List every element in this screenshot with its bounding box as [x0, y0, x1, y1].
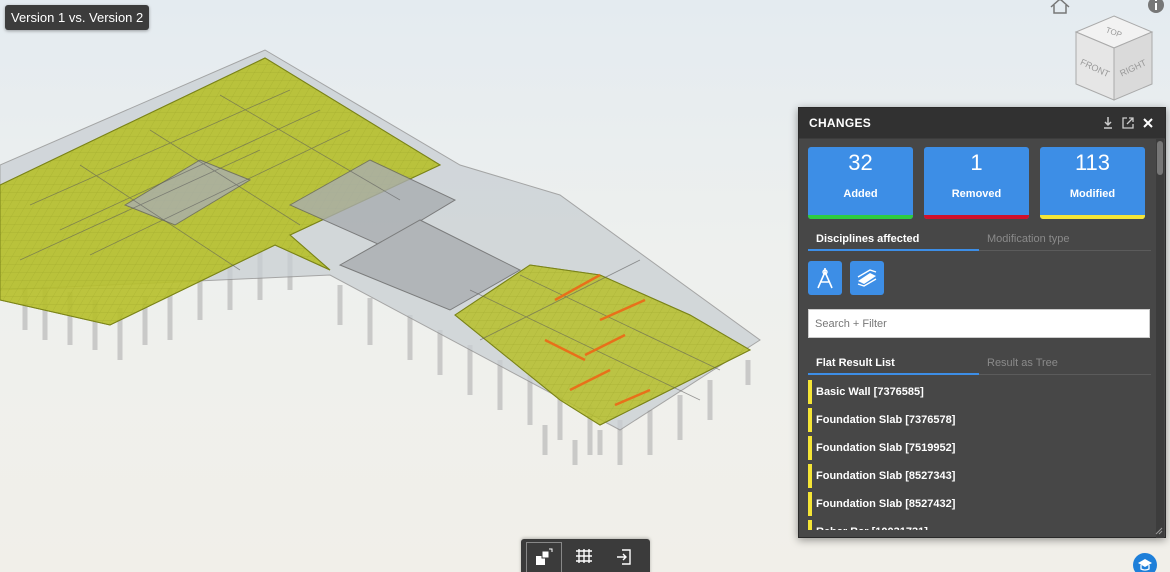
- info-icon[interactable]: [1147, 0, 1165, 14]
- list-item[interactable]: Basic Wall [7376585]: [808, 378, 1151, 406]
- close-icon[interactable]: [1141, 116, 1155, 130]
- list-item[interactable]: Foundation Slab [8527343]: [808, 462, 1151, 490]
- properties-icon: [576, 549, 592, 563]
- filter-tabs: Disciplines affected Modification type: [808, 233, 1151, 251]
- panel-scrollbar[interactable]: [1156, 139, 1164, 538]
- search-input[interactable]: [808, 309, 1150, 338]
- stats-row: 32 Added 1 Removed 113 Modified: [799, 139, 1165, 219]
- scroll-thumb[interactable]: [1157, 141, 1163, 175]
- discipline-buttons: [799, 251, 1165, 295]
- download-icon[interactable]: [1101, 116, 1115, 130]
- model-browser-button[interactable]: [526, 542, 562, 572]
- properties-button[interactable]: [566, 542, 602, 572]
- popout-icon[interactable]: [1121, 116, 1135, 130]
- home-icon[interactable]: [1049, 0, 1071, 14]
- structural-layers-icon[interactable]: [850, 261, 884, 295]
- model-browser-icon: [536, 548, 553, 565]
- result-list[interactable]: Basic Wall [7376585] Foundation Slab [73…: [808, 378, 1151, 530]
- tab-disciplines-affected[interactable]: Disciplines affected: [808, 233, 979, 251]
- stat-added-bar: [808, 215, 913, 219]
- stat-removed[interactable]: 1 Removed: [924, 147, 1029, 219]
- stat-modified[interactable]: 113 Modified: [1040, 147, 1145, 219]
- viewcube[interactable]: TOP FRONT RIGHT: [1072, 14, 1156, 104]
- panel-header[interactable]: CHANGES: [799, 108, 1165, 139]
- list-item[interactable]: Foundation Slab [7376578]: [808, 406, 1151, 434]
- list-item[interactable]: Foundation Slab [7519952]: [808, 434, 1151, 462]
- version-label: Version 1 vs. Version 2: [5, 5, 150, 30]
- stat-modified-bar: [1040, 215, 1145, 219]
- model-viewport[interactable]: [0, 0, 800, 540]
- panel-title: CHANGES: [809, 116, 872, 130]
- stat-modified-count: 113: [1074, 150, 1111, 175]
- tab-modification-type[interactable]: Modification type: [979, 233, 1150, 250]
- bottom-toolbar: [521, 539, 650, 572]
- resize-handle-icon[interactable]: [1155, 527, 1163, 535]
- stat-removed-label: Removed: [951, 188, 1002, 200]
- list-item[interactable]: Foundation Slab [8527432]: [808, 490, 1151, 518]
- stat-modified-label: Modified: [1069, 188, 1116, 200]
- exit-compare-icon: [617, 549, 631, 565]
- architecture-compass-icon[interactable]: [808, 261, 842, 295]
- result-tabs: Flat Result List Result as Tree: [808, 357, 1151, 375]
- stat-removed-bar: [924, 215, 1029, 219]
- stat-added[interactable]: 32 Added: [808, 147, 913, 219]
- exit-compare-button[interactable]: [606, 542, 642, 572]
- changes-panel: CHANGES 32 Added 1 Removed 113 Modified …: [798, 107, 1166, 538]
- tab-result-as-tree[interactable]: Result as Tree: [979, 357, 1150, 374]
- stat-added-label: Added: [843, 188, 878, 200]
- stat-added-count: 32: [848, 150, 873, 175]
- tab-flat-result-list[interactable]: Flat Result List: [808, 357, 979, 375]
- stat-removed-count: 1: [970, 150, 983, 175]
- list-item[interactable]: Rebar Bar [10031731]: [808, 518, 1151, 530]
- help-graduation-cap-icon[interactable]: [1133, 553, 1157, 572]
